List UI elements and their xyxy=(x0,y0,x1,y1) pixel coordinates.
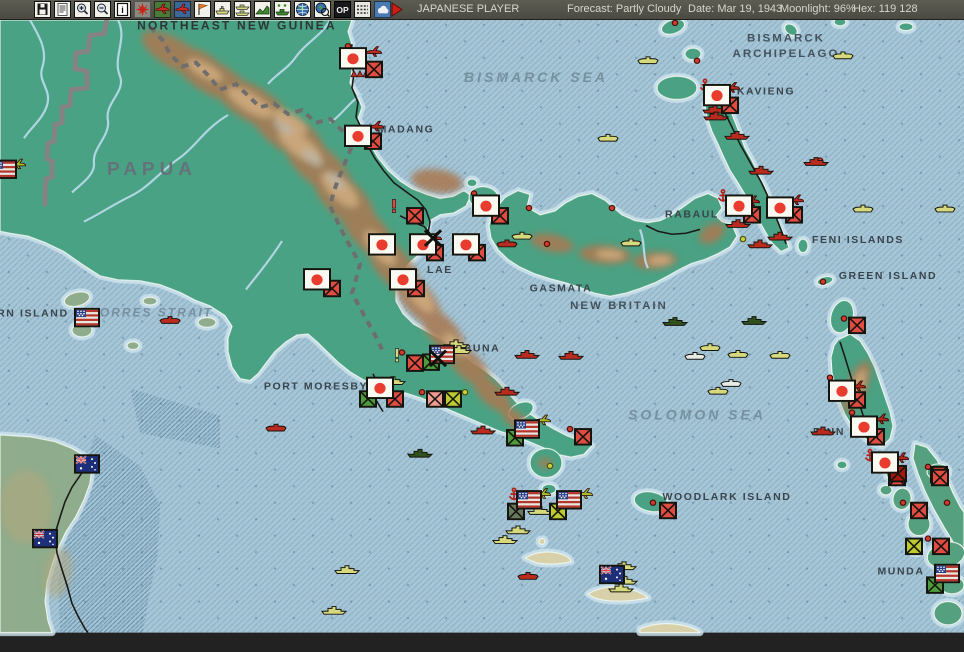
map-label: RABAUL xyxy=(665,210,719,221)
town-dot[interactable] xyxy=(546,462,554,470)
unit-japanese-flag[interactable] xyxy=(828,379,856,402)
unit-japanese-flag[interactable] xyxy=(303,268,331,291)
base-status-marker[interactable] xyxy=(932,537,950,556)
base-status-marker[interactable] xyxy=(444,390,462,408)
unit-us-flag[interactable] xyxy=(514,419,540,439)
town-dot[interactable] xyxy=(840,315,848,322)
map-label: TORRES STRAIT xyxy=(91,306,213,320)
town-dot[interactable] xyxy=(671,19,679,27)
town-dot[interactable] xyxy=(943,499,951,506)
town-dot[interactable] xyxy=(899,499,907,506)
unit-japanese-flag[interactable] xyxy=(850,415,878,438)
town-dot[interactable] xyxy=(543,240,551,248)
base-status-marker[interactable] xyxy=(848,316,866,335)
alert-marker[interactable] xyxy=(395,348,399,363)
town-dot[interactable] xyxy=(739,235,747,243)
unit-japanese-flag[interactable] xyxy=(871,451,899,474)
top-bar: i OP JAPANESE PLAYER Forecast: Partly Clo… xyxy=(0,0,964,20)
map-label: GASMATA xyxy=(530,284,593,295)
map-label: PAPUA xyxy=(107,158,197,179)
status-player: JAPANESE PLAYER xyxy=(417,3,520,15)
base-status-marker[interactable] xyxy=(659,501,677,520)
unit-japanese-flag[interactable] xyxy=(766,196,794,219)
map-label: KAVIENG xyxy=(737,87,795,98)
map-viewport[interactable]: NORTHEAST NEW GUINEA BISMARCK SEA BISMARCK… xyxy=(0,20,964,652)
base-status-marker[interactable] xyxy=(426,390,444,408)
unit-us-flag[interactable] xyxy=(934,563,960,584)
unit-us-flag[interactable] xyxy=(74,307,100,328)
map-label: LAE xyxy=(427,265,453,276)
map-label: MADANG xyxy=(378,125,435,136)
map-label: BISMARCK SEA xyxy=(464,70,608,85)
map-label: BISMARCK xyxy=(747,32,825,44)
status-moonlight: Moonlight: 96% xyxy=(780,3,856,15)
base-status-marker[interactable] xyxy=(574,428,592,446)
unit-allied-flag[interactable] xyxy=(599,564,625,585)
unit-japanese-flag[interactable] xyxy=(389,268,417,291)
town-dot[interactable] xyxy=(924,463,932,471)
unit-us-flag[interactable] xyxy=(556,490,582,510)
base-status-marker[interactable] xyxy=(910,501,928,520)
base-status-marker[interactable] xyxy=(931,468,949,487)
map-label: WOODLARK ISLAND xyxy=(663,492,792,503)
town-dot[interactable] xyxy=(566,425,574,433)
base-status-marker[interactable] xyxy=(905,537,923,556)
unit-japanese-flag[interactable] xyxy=(452,233,480,256)
town-dot[interactable] xyxy=(608,204,616,212)
status-hex-coords: Hex: 119 128 xyxy=(853,3,918,15)
status-forecast: Forecast: Partly Cloudy xyxy=(567,3,682,15)
town-dot[interactable] xyxy=(525,204,533,212)
map-label: GREEN ISLAND xyxy=(839,271,937,282)
unit-japanese-flag[interactable] xyxy=(368,233,396,256)
unit-japanese-flag[interactable] xyxy=(703,83,731,107)
status-date: Date: Mar 19, 1943 xyxy=(688,3,783,15)
town-dot[interactable] xyxy=(693,57,701,64)
town-dot[interactable] xyxy=(924,535,932,542)
town-dot[interactable] xyxy=(826,374,834,381)
map-label: NEW BRITAIN xyxy=(570,300,668,312)
map-label: SOLOMON SEA xyxy=(628,408,766,423)
game-window: i OP JAPANESE PLAYER Forecast: Partly Clo… xyxy=(0,0,964,652)
alert-marker[interactable] xyxy=(392,198,396,213)
unit-japanese-flag[interactable] xyxy=(339,47,367,70)
base-status-marker[interactable] xyxy=(365,60,383,79)
unit-japanese-flag[interactable] xyxy=(344,124,372,147)
base-status-marker[interactable] xyxy=(406,207,424,225)
map-label: ORN ISLAND xyxy=(0,309,69,320)
town-dot[interactable] xyxy=(398,349,406,356)
town-dot[interactable] xyxy=(418,389,426,396)
map-label: FENI ISLANDS xyxy=(812,235,904,246)
town-dot[interactable] xyxy=(848,409,856,416)
unit-us-flag[interactable] xyxy=(0,159,17,179)
unit-japanese-flag[interactable] xyxy=(366,376,394,400)
map-label: NORTHEAST NEW GUINEA xyxy=(137,20,337,33)
unit-allied-flag[interactable] xyxy=(32,528,58,549)
base-status-marker[interactable] xyxy=(406,354,424,372)
unit-japanese-flag[interactable] xyxy=(725,194,753,217)
map-label: PORT MORESBY xyxy=(264,381,368,392)
town-dot[interactable] xyxy=(819,278,827,285)
map-label: ARCHIPELAGO xyxy=(733,48,840,60)
town-dot[interactable] xyxy=(461,389,469,396)
map-area: NORTHEAST NEW GUINEA BISMARCK SEA BISMARCK… xyxy=(0,20,964,652)
unit-us-flag[interactable] xyxy=(516,490,542,510)
map-label: MUNDA xyxy=(877,567,924,578)
unit-japanese-flag[interactable] xyxy=(472,194,500,217)
unit-allied-flag[interactable] xyxy=(74,454,100,474)
town-dot[interactable] xyxy=(649,499,657,506)
status-bar: JAPANESE PLAYER Forecast: Partly Cloudy … xyxy=(0,0,964,20)
